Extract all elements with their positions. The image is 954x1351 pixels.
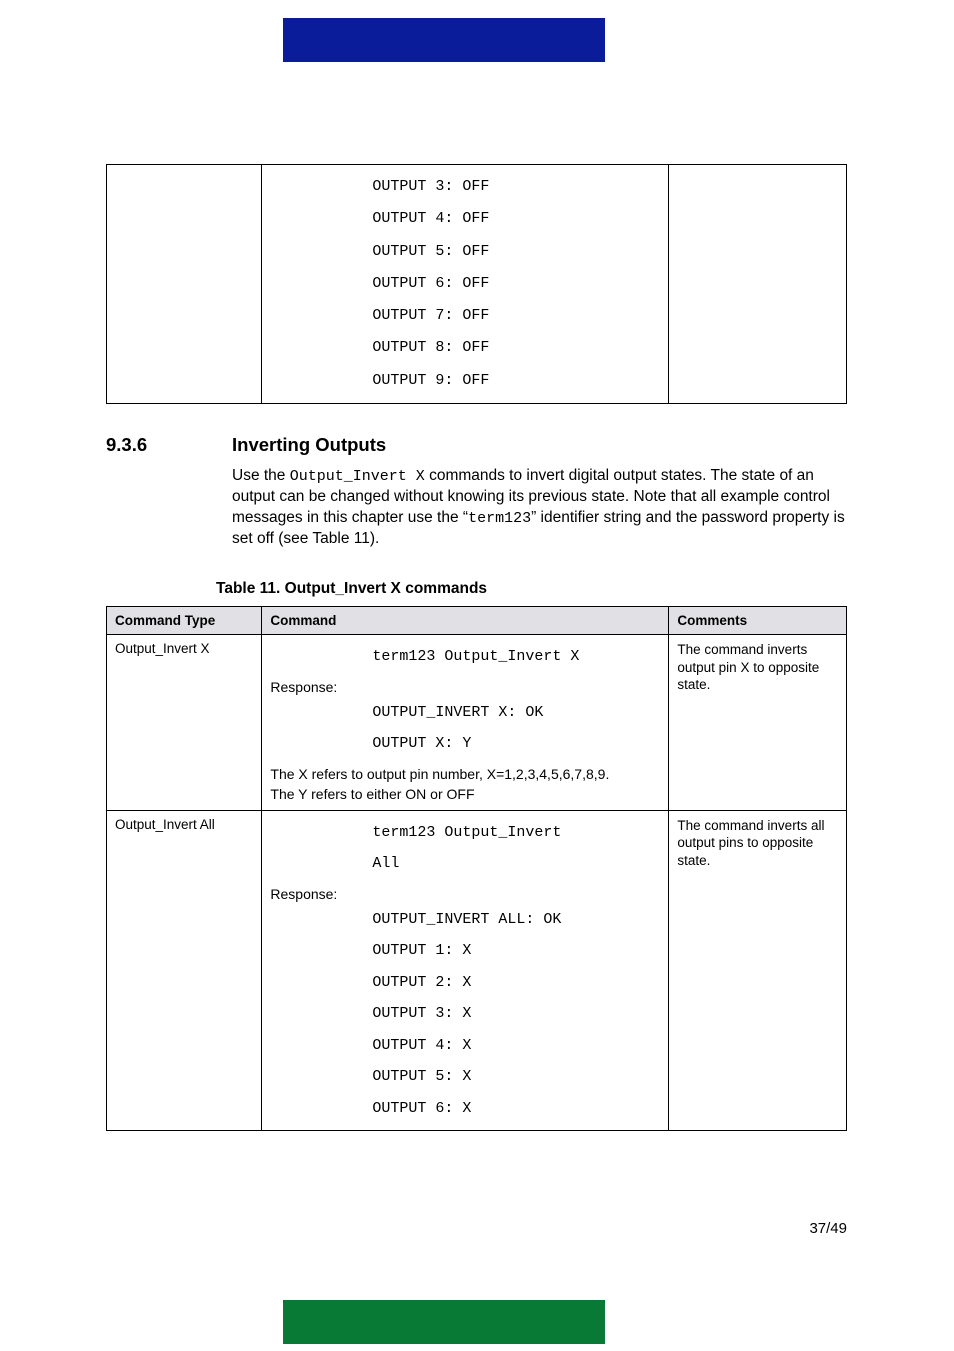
cell-command-type: Output_Invert X <box>107 635 262 811</box>
section-number: 9.3.6 <box>106 434 232 456</box>
content-area: OUTPUT 3: OFF OUTPUT 4: OFF OUTPUT 5: OF… <box>106 164 847 1131</box>
page-number: 37/49 <box>809 1220 847 1237</box>
header-bar <box>283 18 605 62</box>
para-code-2: term123 <box>468 510 531 527</box>
response-label: Response: <box>270 880 660 904</box>
section-paragraph: Use the Output_Invert X commands to inve… <box>232 466 846 550</box>
para-code-1: Output_Invert X <box>290 468 425 485</box>
table11-header-command-type: Command Type <box>107 607 262 635</box>
cell-command: term123 Output_Invert X Response: OUTPUT… <box>262 635 669 811</box>
cell-command: term123 Output_Invert All Response: OUTP… <box>262 810 669 1131</box>
cmd-line: term123 Output_Invert All <box>270 817 660 880</box>
response-label: Response: <box>270 673 660 697</box>
table11-header-row: Command Type Command Comments <box>107 607 847 635</box>
top-table-cell-1 <box>107 165 262 404</box>
cell-comments: The command inverts all output pins to o… <box>669 810 847 1131</box>
page: OUTPUT 3: OFF OUTPUT 4: OFF OUTPUT 5: OF… <box>0 0 954 1351</box>
table11-header-command: Command <box>262 607 669 635</box>
cell-comments: The command inverts output pin X to oppo… <box>669 635 847 811</box>
note-line-1: The X refers to output pin number, X=1,2… <box>270 760 660 782</box>
top-table-cell-2: OUTPUT 3: OFF OUTPUT 4: OFF OUTPUT 5: OF… <box>262 165 669 404</box>
para-text-1: Use the <box>232 467 290 484</box>
table-row: Output_Invert X term123 Output_Invert X … <box>107 635 847 811</box>
top-table-cell-3 <box>669 165 847 404</box>
top-table: OUTPUT 3: OFF OUTPUT 4: OFF OUTPUT 5: OF… <box>106 164 847 404</box>
top-code-block: OUTPUT 3: OFF OUTPUT 4: OFF OUTPUT 5: OF… <box>270 171 660 397</box>
table11-caption: Table 11. Output_Invert X commands <box>216 580 847 598</box>
section-heading-row: 9.3.6 Inverting Outputs <box>106 434 847 456</box>
response-lines: OUTPUT_INVERT ALL: OK OUTPUT 1: X OUTPUT… <box>270 904 660 1125</box>
cell-command-type: Output_Invert All <box>107 810 262 1131</box>
table11: Command Type Command Comments Output_Inv… <box>106 606 847 1131</box>
table11-header-comments: Comments <box>669 607 847 635</box>
note-line-2: The Y refers to either ON or OFF <box>270 782 660 804</box>
cmd-line: term123 Output_Invert X <box>270 641 660 673</box>
table-row: Output_Invert All term123 Output_Invert … <box>107 810 847 1131</box>
response-lines: OUTPUT_INVERT X: OK OUTPUT X: Y <box>270 697 660 760</box>
footer-bar <box>283 1300 605 1344</box>
section-title: Inverting Outputs <box>232 434 386 456</box>
